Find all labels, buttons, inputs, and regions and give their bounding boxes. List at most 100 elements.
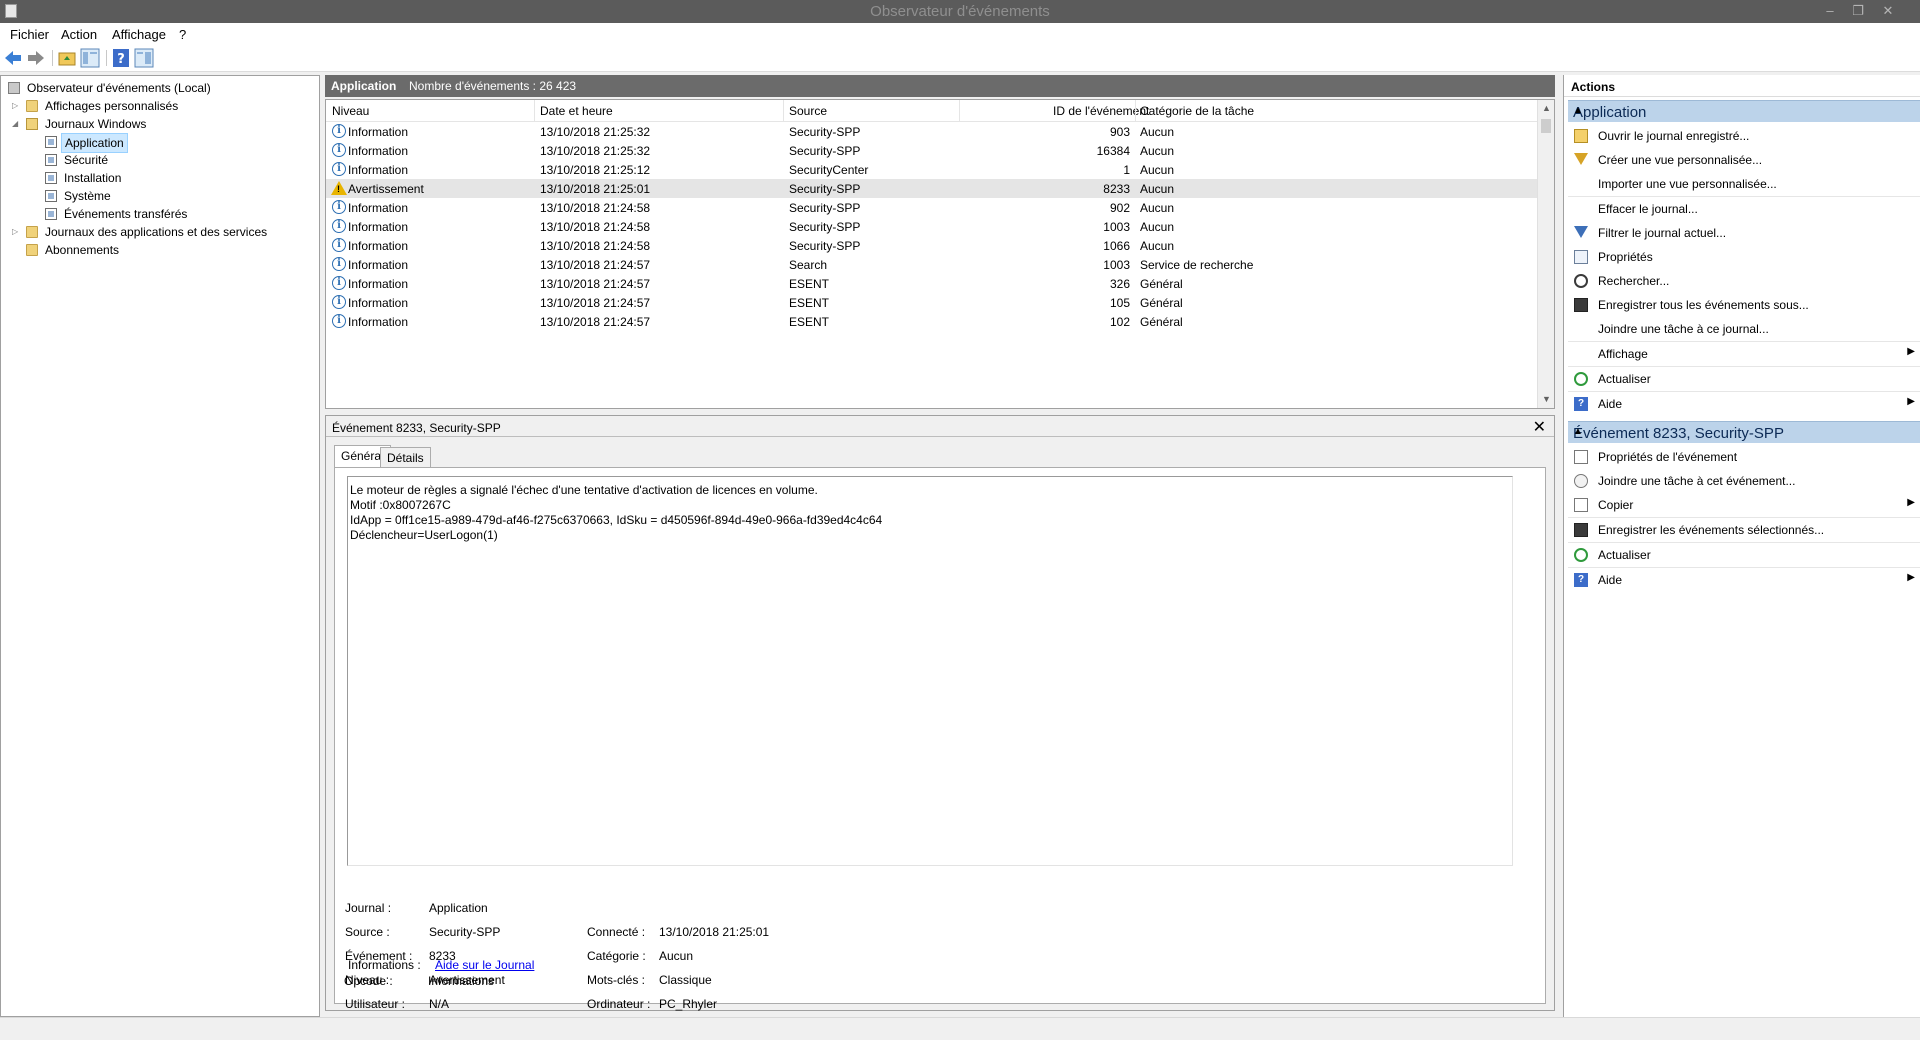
section-event[interactable]: Événement 8233, Security-SPP ▲ — [1568, 421, 1920, 443]
information-icon: i — [332, 295, 346, 309]
table-row[interactable]: i Information 13/10/2018 21:24:57 ESENT … — [326, 274, 1538, 293]
expand-arrow-icon[interactable]: ▷ — [12, 97, 22, 115]
cell-level: Information — [348, 144, 409, 158]
tree-log-label: Sécurité — [64, 153, 109, 167]
action-event-properties[interactable]: Propriétés de l'événement — [1568, 445, 1920, 469]
tab-details[interactable]: Détails — [380, 447, 431, 467]
menu-help[interactable]: ? — [179, 27, 186, 42]
close-window-button[interactable]: ✕ — [1876, 2, 1900, 20]
close-icon[interactable]: ✕ — [1533, 417, 1546, 437]
action-open-saved-log[interactable]: Ouvrir le journal enregistré... — [1568, 124, 1920, 148]
table-row[interactable]: i Information 13/10/2018 21:24:57 ESENT … — [326, 312, 1538, 331]
back-arrow-icon[interactable] — [3, 48, 23, 68]
table-row-selected[interactable]: Avertissement 13/10/2018 21:25:01 Securi… — [326, 179, 1538, 198]
column-header-category[interactable]: Catégorie de la tâche — [1140, 104, 1254, 118]
action-attach-task-log[interactable]: Joindre une tâche à ce journal... — [1568, 317, 1920, 341]
table-row[interactable]: i Information 13/10/2018 21:24:58 Securi… — [326, 236, 1538, 255]
show-hide-tree-icon[interactable] — [80, 48, 100, 68]
cell-date: 13/10/2018 21:24:58 — [540, 220, 651, 234]
minimize-button[interactable]: – — [1818, 2, 1842, 20]
cell-level: Information — [348, 220, 409, 234]
scroll-thumb[interactable] — [1541, 119, 1551, 133]
properties-icon — [1574, 250, 1588, 264]
copy-icon — [1574, 498, 1588, 512]
binoculars-icon — [1574, 274, 1588, 288]
action-refresh[interactable]: Actualiser — [1568, 367, 1920, 391]
action-save-all-events[interactable]: Enregistrer tous les événements sous... — [1568, 293, 1920, 317]
save-icon — [1574, 298, 1588, 312]
cell-category: Général — [1140, 315, 1183, 329]
cell-source: Security-SPP — [789, 220, 861, 234]
cell-source: Security-SPP — [789, 201, 861, 215]
action-view[interactable]: Affichage ▶ — [1568, 342, 1920, 366]
console-tree: Observateur d'événements (Local) ▷ Affic… — [0, 75, 320, 1017]
submenu-arrow-icon: ▶ — [1907, 572, 1915, 583]
event-viewer-icon — [8, 82, 20, 94]
divider — [326, 436, 1554, 437]
action-refresh-event[interactable]: Actualiser — [1568, 543, 1920, 567]
action-help[interactable]: ? Aide ▶ — [1568, 392, 1920, 416]
show-hide-action-pane-icon[interactable] — [134, 48, 154, 68]
action-clear-log[interactable]: Effacer le journal... — [1568, 197, 1920, 221]
save-icon — [1574, 523, 1588, 537]
scroll-up-icon[interactable]: ▲ — [1538, 100, 1554, 117]
action-help-event[interactable]: ? Aide ▶ — [1568, 568, 1920, 592]
column-header-source[interactable]: Source — [789, 104, 827, 118]
collapse-up-icon[interactable]: ▲ — [1573, 426, 1913, 437]
event-message[interactable]: Le moteur de règles a signalé l'échec d'… — [347, 476, 1513, 866]
section-application[interactable]: Application ▲ — [1568, 100, 1920, 122]
column-header-date[interactable]: Date et heure — [540, 104, 613, 118]
toolbar-separator — [106, 50, 107, 66]
menu-affichage[interactable]: Affichage — [112, 27, 166, 42]
table-row[interactable]: i Information 13/10/2018 21:25:32 Securi… — [326, 141, 1538, 160]
list-scrollbar[interactable]: ▲ ▼ — [1537, 100, 1554, 408]
forward-arrow-icon[interactable] — [26, 48, 46, 68]
action-save-selected-events[interactable]: Enregistrer les événements sélectionnés.… — [1568, 518, 1920, 542]
cell-source: Security-SPP — [789, 125, 861, 139]
action-copy[interactable]: Copier ▶ — [1568, 493, 1920, 517]
cell-date: 13/10/2018 21:24:58 — [540, 201, 651, 215]
expand-arrow-icon[interactable]: ▷ — [12, 223, 22, 241]
submenu-arrow-icon: ▶ — [1907, 346, 1915, 357]
column-header-level[interactable]: Niveau — [332, 104, 369, 118]
submenu-arrow-icon: ▶ — [1907, 396, 1915, 407]
column-separator[interactable] — [783, 100, 784, 122]
message-line: Déclencheur=UserLogon(1) — [350, 528, 498, 542]
action-import-custom-view[interactable]: Importer une vue personnalisée... — [1568, 172, 1920, 196]
cell-date: 13/10/2018 21:25:32 — [540, 144, 651, 158]
action-label: Enregistrer tous les événements sous... — [1598, 298, 1809, 312]
table-row[interactable]: i Information 13/10/2018 21:25:32 Securi… — [326, 122, 1538, 141]
column-separator[interactable] — [959, 100, 960, 122]
cell-event-id: 903 — [1109, 125, 1130, 139]
event-list: Niveau Date et heure Source ID de l'évén… — [325, 99, 1555, 409]
column-separator[interactable] — [1135, 100, 1136, 122]
information-icon: i — [332, 200, 346, 214]
table-row[interactable]: i Information 13/10/2018 21:25:12 Securi… — [326, 160, 1538, 179]
table-row[interactable]: i Information 13/10/2018 21:24:58 Securi… — [326, 217, 1538, 236]
log-icon — [45, 154, 57, 166]
table-row[interactable]: i Information 13/10/2018 21:24:58 Securi… — [326, 198, 1538, 217]
action-find[interactable]: Rechercher... — [1568, 269, 1920, 293]
task-scheduler-icon — [1574, 474, 1588, 488]
cell-level: Information — [348, 163, 409, 177]
cell-level: Information — [348, 296, 409, 310]
action-create-custom-view[interactable]: Créer une vue personnalisée... — [1568, 148, 1920, 172]
menu-fichier[interactable]: Fichier — [10, 27, 49, 42]
column-separator[interactable] — [534, 100, 535, 122]
folder-up-icon[interactable] — [57, 48, 77, 68]
restore-button[interactable]: ❐ — [1846, 2, 1870, 20]
message-line: Le moteur de règles a signalé l'échec d'… — [350, 483, 818, 497]
table-row[interactable]: i Information 13/10/2018 21:24:57 Search… — [326, 255, 1538, 274]
collapse-arrow-icon[interactable]: ◢ — [12, 115, 22, 133]
collapse-up-icon[interactable]: ▲ — [1573, 105, 1913, 116]
menu-action[interactable]: Action — [61, 27, 97, 42]
help-icon[interactable]: ? — [111, 48, 131, 68]
action-label: Créer une vue personnalisée... — [1598, 153, 1763, 167]
scroll-down-icon[interactable]: ▼ — [1538, 391, 1554, 408]
action-filter-log[interactable]: Filtrer le journal actuel... — [1568, 221, 1920, 245]
help-journal-link[interactable]: Aide sur le Journal — [435, 958, 534, 972]
field-label-keywords: Mots-clés : — [587, 973, 646, 987]
table-row[interactable]: i Information 13/10/2018 21:24:57 ESENT … — [326, 293, 1538, 312]
action-properties[interactable]: Propriétés — [1568, 245, 1920, 269]
action-attach-task-event[interactable]: Joindre une tâche à cet événement... — [1568, 469, 1920, 493]
